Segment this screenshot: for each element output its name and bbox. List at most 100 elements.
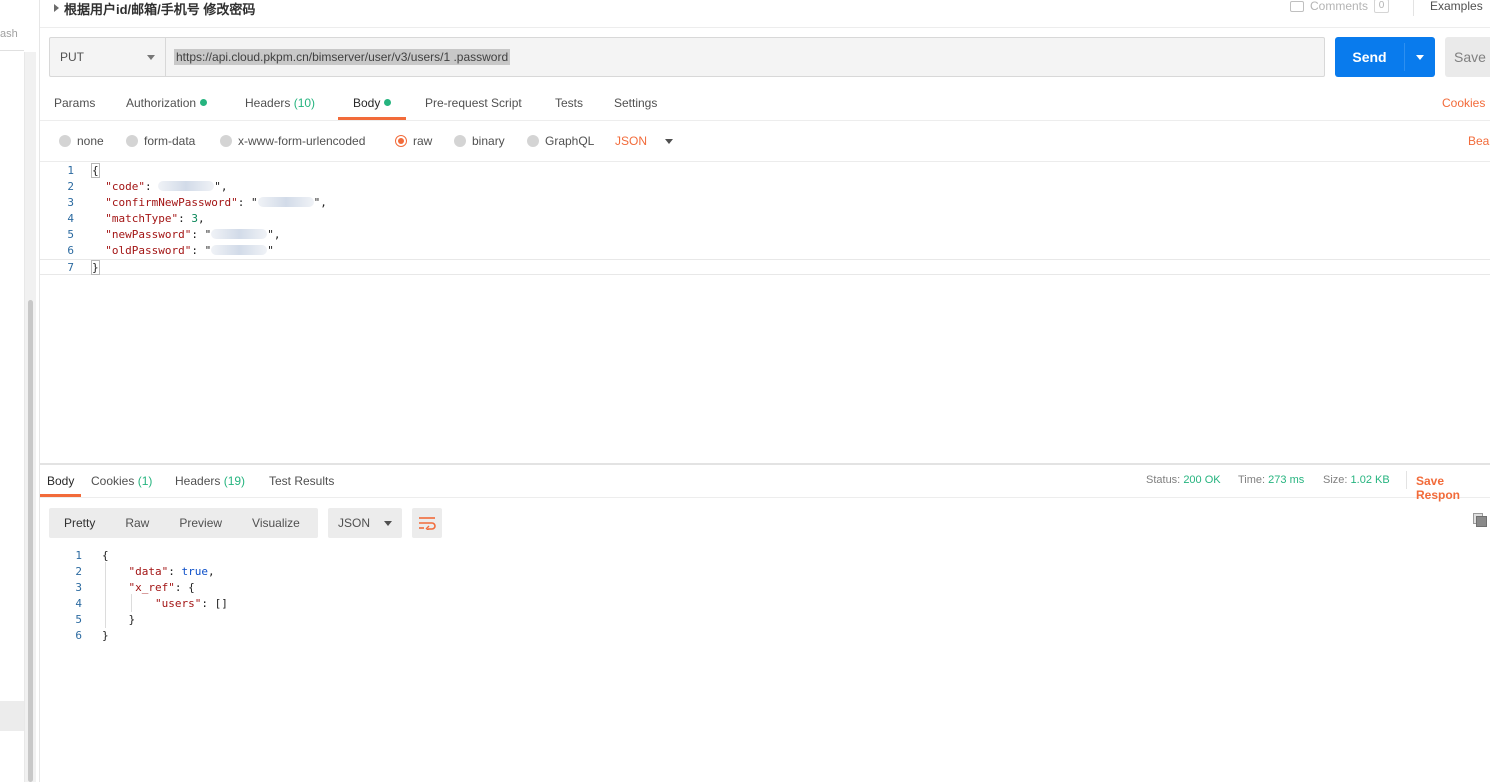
editor-line: 6 "oldPassword": " " — [40, 243, 1490, 259]
request-header: 根据用户id/邮箱/手机号 修改密码 Comments 0 Examples — [40, 0, 1490, 28]
wrap-lines-button[interactable] — [412, 508, 442, 538]
time-readout: Time: 273 ms — [1238, 474, 1304, 486]
mode-form-data-label: form-data — [144, 134, 196, 148]
line-number: 7 — [67, 261, 74, 274]
status-value: 200 OK — [1183, 474, 1221, 486]
tab-headers-count: (10) — [293, 96, 316, 110]
line-number: 3 — [75, 581, 82, 594]
response-tab-body[interactable]: Body — [40, 465, 82, 497]
mode-graphql[interactable]: GraphQL — [527, 134, 594, 148]
url-input[interactable]: https://api.cloud.pkpm.cn/bimserver/user… — [166, 38, 1324, 76]
tab-body-label: Body — [353, 96, 381, 110]
tab-tests[interactable]: Tests — [555, 86, 583, 120]
mode-binary[interactable]: binary — [454, 134, 505, 148]
redacted-value — [211, 245, 268, 255]
chevron-down-icon — [147, 54, 155, 60]
sidebar-selected-item[interactable] — [0, 701, 24, 731]
line-number: 6 — [67, 244, 74, 257]
save-button[interactable]: Save — [1445, 37, 1490, 77]
comments-count: 0 — [1374, 0, 1390, 13]
mode-none[interactable]: none — [59, 134, 104, 148]
wrap-lines-icon — [419, 517, 436, 530]
line-number: 1 — [67, 164, 74, 177]
tab-headers-label: Headers — [245, 96, 291, 110]
url-bar: PUT https://api.cloud.pkpm.cn/bimserver/… — [49, 37, 1325, 77]
beautify-link[interactable]: Bea — [1468, 134, 1489, 148]
body-format-select[interactable]: JSON — [615, 134, 674, 148]
mode-binary-label: binary — [472, 134, 505, 148]
mode-form-data[interactable]: form-data — [126, 134, 195, 148]
response-format-select[interactable]: JSON — [328, 508, 402, 538]
tab-settings[interactable]: Settings — [614, 86, 657, 120]
method-label: PUT — [60, 50, 84, 64]
line-number: 4 — [75, 597, 82, 610]
send-dropdown[interactable] — [1405, 37, 1435, 77]
json-key: "data" — [128, 565, 169, 578]
brace: { — [91, 163, 100, 178]
chevron-down-icon — [665, 138, 674, 144]
json-value: true — [181, 565, 209, 578]
method-select[interactable]: PUT — [50, 38, 166, 76]
chevron-down-icon — [1416, 54, 1424, 60]
radio-icon — [527, 135, 539, 147]
url-text: https://api.cloud.pkpm.cn/bimserver/user… — [174, 49, 511, 65]
size-value: 1.02 KB — [1350, 474, 1390, 486]
comments-label: Comments — [1310, 0, 1369, 13]
time-value: 273 ms — [1268, 474, 1305, 486]
json-value: [] — [214, 597, 228, 610]
request-title[interactable]: 根据用户id/邮箱/手机号 修改密码 — [64, 0, 255, 18]
json-key: "users" — [154, 597, 202, 610]
editor-line: 1 { — [40, 163, 1490, 179]
view-preview[interactable]: Preview — [164, 516, 237, 530]
response-line: 4 "users": [] — [40, 596, 1490, 612]
save-response-button[interactable]: Save Respon — [1416, 474, 1490, 502]
mode-urlencoded[interactable]: x-www-form-urlencoded — [220, 134, 365, 148]
mode-none-label: none — [77, 134, 104, 148]
json-key: "x_ref" — [128, 581, 175, 594]
tab-params[interactable]: Params — [54, 86, 95, 120]
editor-line: 2 "code": ", — [40, 179, 1490, 195]
line-number: 5 — [75, 613, 82, 626]
tab-authorization[interactable]: Authorization — [126, 86, 208, 120]
size-readout: Size: 1.02 KB — [1323, 474, 1390, 486]
request-body-editor[interactable]: 1 { 2 "code": ", 3 "confirmNewPassword":… — [40, 163, 1490, 463]
send-button[interactable]: Send — [1335, 37, 1435, 77]
copy-icon[interactable] — [1473, 513, 1487, 527]
editor-line: 5 "newPassword": " ", — [40, 227, 1490, 243]
comments-button[interactable]: Comments 0 — [1290, 0, 1390, 13]
tab-prerequest[interactable]: Pre-request Script — [425, 86, 522, 120]
response-tab-headers[interactable]: Headers (19) — [175, 465, 245, 497]
json-key: "confirmNewPassword" — [105, 196, 238, 209]
comment-icon — [1290, 0, 1304, 12]
tab-body[interactable]: Body — [338, 86, 407, 120]
radio-selected-icon — [395, 135, 407, 147]
response-body-viewer[interactable]: 1 { 2 "data": true, 3 "x_ref": { 4 "user… — [40, 548, 1490, 782]
response-tab-test-results[interactable]: Test Results — [269, 465, 334, 497]
indent-guide — [105, 562, 106, 628]
view-pretty[interactable]: Pretty — [49, 516, 110, 530]
view-visualize[interactable]: Visualize — [237, 516, 315, 530]
cookies-link[interactable]: Cookies — [1442, 86, 1485, 120]
expand-caret-icon[interactable] — [54, 4, 59, 12]
tab-headers[interactable]: Headers (10) — [245, 86, 315, 120]
editor-line: 3 "confirmNewPassword": " ", — [40, 195, 1490, 211]
response-tab-cookies[interactable]: Cookies (1) — [91, 465, 152, 497]
line-number: 4 — [67, 212, 74, 225]
size-label: Size: — [1323, 474, 1348, 486]
active-dot-icon — [200, 99, 208, 106]
mode-raw[interactable]: raw — [395, 134, 432, 148]
response-separator — [1406, 471, 1407, 489]
send-label: Send — [1352, 49, 1387, 65]
radio-icon — [220, 135, 232, 147]
sidebar-partial-text: ash — [0, 28, 18, 40]
view-raw[interactable]: Raw — [110, 516, 164, 530]
brace: } — [102, 629, 109, 642]
line-number: 5 — [67, 228, 74, 241]
sidebar-scroll-thumb[interactable] — [28, 300, 33, 782]
line-number: 3 — [67, 196, 74, 209]
line-number: 2 — [67, 180, 74, 193]
examples-button[interactable]: Examples — [1430, 0, 1483, 13]
chevron-down-icon — [384, 520, 392, 526]
sidebar-strip: ash — [0, 0, 40, 782]
response-tab-cookies-label: Cookies — [91, 474, 135, 488]
